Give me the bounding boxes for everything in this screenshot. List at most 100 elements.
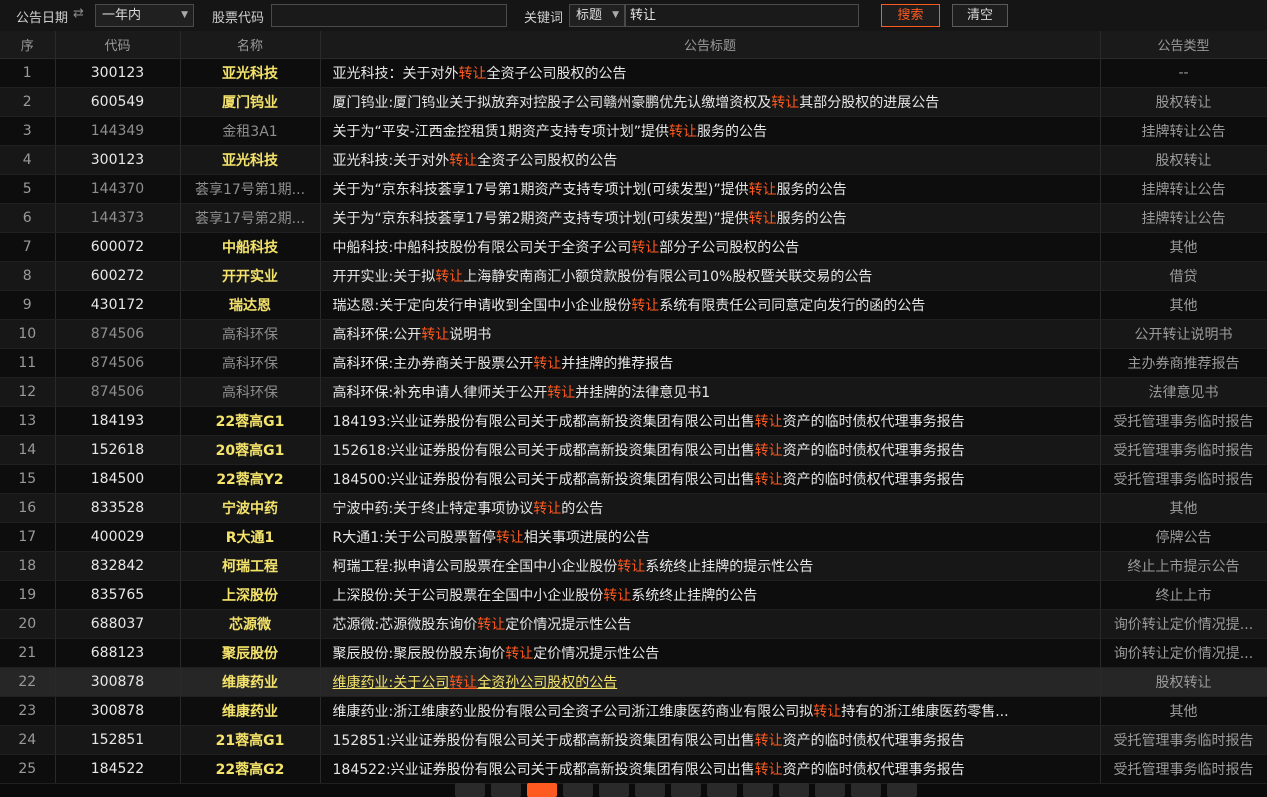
table-row[interactable]: 18 832842 柯瑞工程 柯瑞工程:拟申请公司股票在全国中小企业股份转让系统终止挂…	[0, 551, 1267, 581]
keyword-input[interactable]: 转让	[625, 4, 859, 27]
date-range-select[interactable]: 一年内 ▼	[95, 4, 194, 27]
announcement-title-link[interactable]: 瑞达恩:关于定向发行申请收到全国中小企业股份转让系统有限责任公司同意定向发行的函…	[320, 290, 1101, 320]
stock-name-link[interactable]: 维康药业	[180, 696, 321, 726]
table-row[interactable]: 24 152851 21蓉高G1 152851:兴业证券股份有限公司关于成都高新投资集…	[0, 725, 1267, 755]
announcement-title-link[interactable]: 亚光科技：关于对外转让全资子公司股权的公告	[320, 58, 1101, 88]
page-button[interactable]	[635, 783, 665, 797]
announcement-title-link[interactable]: 184500:兴业证券股份有限公司关于成都高新投资集团有限公司出售转让资产的临时…	[320, 464, 1101, 494]
table-row[interactable]: 15 184500 22蓉高Y2 184500:兴业证券股份有限公司关于成都高新投资集…	[0, 464, 1267, 494]
table-row[interactable]: 21 688123 聚辰股份 聚辰股份:聚辰股份股东询价转让定价情况提示性公告 询价转让…	[0, 638, 1267, 668]
search-button[interactable]: 搜索	[881, 4, 940, 27]
stock-name-link[interactable]: 22蓉高G2	[180, 754, 321, 784]
swap-icon[interactable]: ⇄	[73, 6, 84, 21]
page-button[interactable]	[599, 783, 629, 797]
announcement-title-link[interactable]: 厦门钨业:厦门钨业关于拟放弃对控股子公司赣州豪鹏优先认缴增资权及转让其部分股权的…	[320, 87, 1101, 117]
announcement-title-link[interactable]: 宁波中药:关于终止特定事项协议转让的公告	[320, 493, 1101, 523]
page-button[interactable]	[743, 783, 773, 797]
announcement-title-link[interactable]: 152851:兴业证券股份有限公司关于成都高新投资集团有限公司出售转让资产的临时…	[320, 725, 1101, 755]
stock-name-link[interactable]: 柯瑞工程	[180, 551, 321, 581]
table-row[interactable]: 1 300123 亚光科技 亚光科技：关于对外转让全资子公司股权的公告 --	[0, 58, 1267, 88]
announcement-title-link[interactable]: 开开实业:关于拟转让上海静安南商汇小额贷款股份有限公司10%股权暨关联交易的公告	[320, 261, 1101, 291]
stock-name-link[interactable]: 22蓉高Y2	[180, 464, 321, 494]
stock-name-link[interactable]: 高科环保	[180, 319, 321, 349]
table-row[interactable]: 19 835765 上深股份 上深股份:关于公司股票在全国中小企业股份转让系统终止挂牌…	[0, 580, 1267, 610]
stock-name-link[interactable]: 荟享17号第1期...	[180, 174, 321, 204]
page-button[interactable]	[563, 783, 593, 797]
table-row[interactable]: 20 688037 芯源微 芯源微:芯源微股东询价转让定价情况提示性公告 询价转让定价情…	[0, 609, 1267, 639]
stock-name-link[interactable]: 维康药业	[180, 667, 321, 697]
table-row[interactable]: 12 874506 高科环保 高科环保:补充申请人律师关于公开转让并挂牌的法律意见书1…	[0, 377, 1267, 407]
announcement-title-link[interactable]: 聚辰股份:聚辰股份股东询价转让定价情况提示性公告	[320, 638, 1101, 668]
stock-name-link[interactable]: 高科环保	[180, 348, 321, 378]
keyword-field-select[interactable]: 标题 ▼	[569, 4, 625, 27]
stock-name-link[interactable]: 荟享17号第2期...	[180, 203, 321, 233]
page-button[interactable]	[707, 783, 737, 797]
column-header-name[interactable]: 名称	[180, 31, 321, 59]
announcement-title-link[interactable]: 152618:兴业证券股份有限公司关于成都高新投资集团有限公司出售转让资产的临时…	[320, 435, 1101, 465]
stock-name-link[interactable]: 上深股份	[180, 580, 321, 610]
announcement-title-link[interactable]: 芯源微:芯源微股东询价转让定价情况提示性公告	[320, 609, 1101, 639]
stock-name-link[interactable]: 22蓉高G1	[180, 406, 321, 436]
stock-code-input[interactable]	[271, 4, 507, 27]
stock-name-link[interactable]: R大通1	[180, 522, 321, 552]
announcement-title-link[interactable]: 高科环保:公开转让说明书	[320, 319, 1101, 349]
announcement-title-link[interactable]: 高科环保:补充申请人律师关于公开转让并挂牌的法律意见书1	[320, 377, 1101, 407]
table-row[interactable]: 17 400029 R大通1 R大通1:关于公司股票暂停转让相关事项进展的公告 停牌公告	[0, 522, 1267, 552]
column-header-code[interactable]: 代码	[55, 31, 181, 59]
page-button-current[interactable]	[527, 783, 557, 797]
page-button[interactable]	[455, 783, 485, 797]
page-button[interactable]	[815, 783, 845, 797]
stock-name-link[interactable]: 厦门钨业	[180, 87, 321, 117]
announcement-title-link[interactable]: 关于为“京东科技荟享17号第2期资产支持专项计划(可续发型)”提供转让服务的公告	[320, 203, 1101, 233]
announcement-title-link[interactable]: 关于为“京东科技荟享17号第1期资产支持专项计划(可续发型)”提供转让服务的公告	[320, 174, 1101, 204]
announcement-title-link[interactable]: R大通1:关于公司股票暂停转让相关事项进展的公告	[320, 522, 1101, 552]
table-row[interactable]: 23 300878 维康药业 维康药业:浙江维康药业股份有限公司全资子公司浙江维康医药…	[0, 696, 1267, 726]
announcement-title-link[interactable]: 184193:兴业证券股份有限公司关于成都高新投资集团有限公司出售转让资产的临时…	[320, 406, 1101, 436]
stock-name-link[interactable]: 金租3A1	[180, 116, 321, 146]
table-row[interactable]: 9 430172 瑞达恩 瑞达恩:关于定向发行申请收到全国中小企业股份转让系统有限责任…	[0, 290, 1267, 320]
announcement-title-link[interactable]: 维康药业:浙江维康药业股份有限公司全资子公司浙江维康医药商业有限公司拟转让持有的…	[320, 696, 1101, 726]
page-button[interactable]	[851, 783, 881, 797]
stock-name-link[interactable]: 亚光科技	[180, 145, 321, 175]
table-row[interactable]: 13 184193 22蓉高G1 184193:兴业证券股份有限公司关于成都高新投资集…	[0, 406, 1267, 436]
stock-name-link[interactable]: 开开实业	[180, 261, 321, 291]
announcement-title-link[interactable]: 中船科技:中船科技股份有限公司关于全资子公司转让部分子公司股权的公告	[320, 232, 1101, 262]
table-row[interactable]: 16 833528 宁波中药 宁波中药:关于终止特定事项协议转让的公告 其他	[0, 493, 1267, 523]
table-row[interactable]: 7 600072 中船科技 中船科技:中船科技股份有限公司关于全资子公司转让部分子公司…	[0, 232, 1267, 262]
stock-name-link[interactable]: 宁波中药	[180, 493, 321, 523]
table-row[interactable]: 22 300878 维康药业 维康药业:关于公司转让全资孙公司股权的公告 股权转让	[0, 667, 1267, 697]
column-header-title[interactable]: 公告标题	[320, 31, 1101, 59]
column-header-type[interactable]: 公告类型	[1100, 31, 1267, 59]
announcement-title-link[interactable]: 高科环保:主办券商关于股票公开转让并挂牌的推荐报告	[320, 348, 1101, 378]
announcement-title-link[interactable]: 上深股份:关于公司股票在全国中小企业股份转让系统终止挂牌的公告	[320, 580, 1101, 610]
table-row[interactable]: 8 600272 开开实业 开开实业:关于拟转让上海静安南商汇小额贷款股份有限公司10…	[0, 261, 1267, 291]
column-header-index[interactable]: 序	[0, 31, 56, 59]
page-button[interactable]	[779, 783, 809, 797]
clear-button[interactable]: 清空	[952, 4, 1008, 27]
table-row[interactable]: 4 300123 亚光科技 亚光科技:关于对外转让全资子公司股权的公告 股权转让	[0, 145, 1267, 175]
table-row[interactable]: 3 144349 金租3A1 关于为“平安-江西金控租赁1期资产支持专项计划”提供转让…	[0, 116, 1267, 146]
stock-name-link[interactable]: 中船科技	[180, 232, 321, 262]
table-row[interactable]: 2 600549 厦门钨业 厦门钨业:厦门钨业关于拟放弃对控股子公司赣州豪鹏优先认缴增…	[0, 87, 1267, 117]
announcement-title-link[interactable]: 184522:兴业证券股份有限公司关于成都高新投资集团有限公司出售转让资产的临时…	[320, 754, 1101, 784]
announcement-title-link[interactable]: 亚光科技:关于对外转让全资子公司股权的公告	[320, 145, 1101, 175]
announcement-title-link[interactable]: 关于为“平安-江西金控租赁1期资产支持专项计划”提供转让服务的公告	[320, 116, 1101, 146]
table-row[interactable]: 6 144373 荟享17号第2期... 关于为“京东科技荟享17号第2期资产支持专项…	[0, 203, 1267, 233]
page-button[interactable]	[671, 783, 701, 797]
table-row[interactable]: 10 874506 高科环保 高科环保:公开转让说明书 公开转让说明书	[0, 319, 1267, 349]
page-button[interactable]	[491, 783, 521, 797]
stock-name-link[interactable]: 亚光科技	[180, 58, 321, 88]
announcement-title-link[interactable]: 维康药业:关于公司转让全资孙公司股权的公告	[320, 667, 1101, 697]
stock-name-link[interactable]: 高科环保	[180, 377, 321, 407]
table-row[interactable]: 5 144370 荟享17号第1期... 关于为“京东科技荟享17号第1期资产支持专项…	[0, 174, 1267, 204]
stock-name-link[interactable]: 芯源微	[180, 609, 321, 639]
stock-name-link[interactable]: 20蓉高G1	[180, 435, 321, 465]
stock-name-link[interactable]: 聚辰股份	[180, 638, 321, 668]
table-row[interactable]: 14 152618 20蓉高G1 152618:兴业证券股份有限公司关于成都高新投资集…	[0, 435, 1267, 465]
announcement-title-link[interactable]: 柯瑞工程:拟申请公司股票在全国中小企业股份转让系统终止挂牌的提示性公告	[320, 551, 1101, 581]
table-row[interactable]: 11 874506 高科环保 高科环保:主办券商关于股票公开转让并挂牌的推荐报告 主办券…	[0, 348, 1267, 378]
table-row[interactable]: 25 184522 22蓉高G2 184522:兴业证券股份有限公司关于成都高新投资集…	[0, 754, 1267, 784]
page-button[interactable]	[887, 783, 917, 797]
stock-name-link[interactable]: 21蓉高G1	[180, 725, 321, 755]
stock-name-link[interactable]: 瑞达恩	[180, 290, 321, 320]
